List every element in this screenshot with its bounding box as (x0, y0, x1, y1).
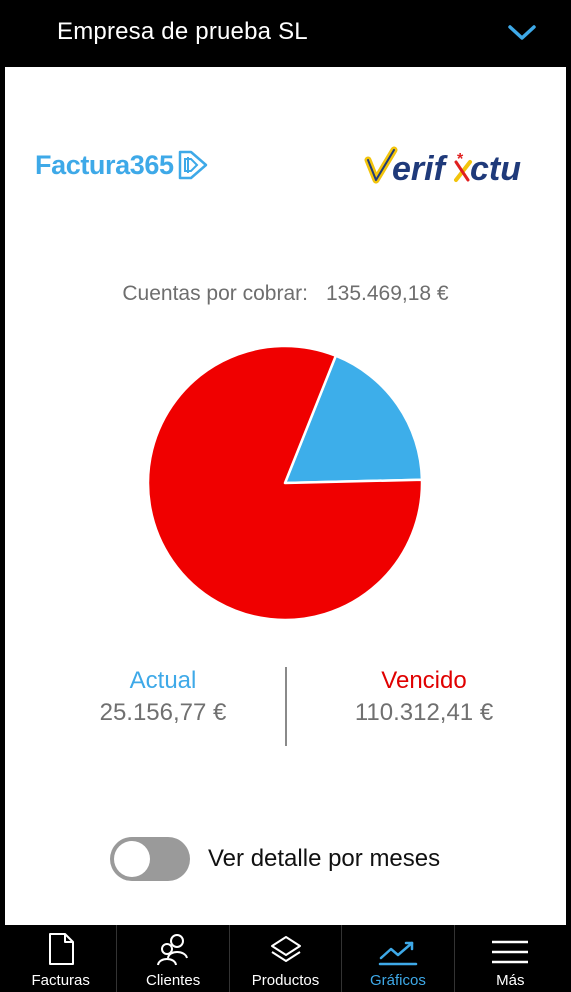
bottom-tab-bar: Facturas Clientes Productos Gráficos Más (5, 925, 566, 992)
receivables-label: Cuentas por cobrar: (122, 282, 308, 305)
tab-mas[interactable]: Más (455, 925, 566, 992)
tab-productos[interactable]: Productos (230, 925, 343, 992)
chart-line-icon (378, 941, 418, 966)
factura365-logo-icon (178, 150, 207, 180)
tab-graficos[interactable]: Gráficos (342, 925, 455, 992)
top-bar: Empresa de prueba SL (0, 0, 571, 67)
tab-label-mas: Más (496, 972, 525, 989)
svg-text:erif: erif (392, 150, 449, 188)
tab-label-clientes: Clientes (146, 972, 201, 989)
tab-label-productos: Productos (251, 972, 320, 989)
vencido-label: Vencido (381, 667, 467, 694)
actual-stat: Actual 25.156,77 € (43, 667, 283, 727)
monthly-detail-label: Ver detalle por meses (208, 845, 441, 872)
stats-divider (285, 667, 287, 746)
vencido-stat: Vencido 110.312,41 € (304, 667, 544, 727)
company-name: Empresa de prueba SL (57, 18, 308, 45)
tab-label-facturas: Facturas (31, 972, 90, 989)
actual-label: Actual (129, 667, 197, 694)
verifactu-logo: erif * ctu (364, 146, 521, 188)
users-icon (157, 934, 189, 966)
factura365-logo-text: Factura365 (35, 149, 174, 180)
layers-icon (270, 936, 301, 962)
factura365-logo: Factura365 (35, 148, 209, 182)
tab-clientes[interactable]: Clientes (117, 925, 230, 992)
receivables-summary: Cuentas por cobrar: 135.469,18 € (0, 282, 571, 306)
menu-icon (492, 940, 529, 964)
svg-text:ctu: ctu (470, 150, 521, 188)
toggle-knob (114, 841, 150, 877)
receivables-total: 135.469,18 € (325, 282, 449, 305)
vencido-value: 110.312,41 € (354, 699, 494, 726)
tab-facturas[interactable]: Facturas (5, 925, 118, 992)
document-icon (48, 933, 74, 965)
receivables-pie-chart (146, 344, 424, 622)
actual-value: 25.156,77 € (99, 699, 227, 726)
monthly-detail-toggle[interactable] (110, 837, 190, 881)
chevron-down-icon[interactable] (506, 22, 538, 44)
tab-label-graficos: Gráficos (369, 972, 426, 989)
